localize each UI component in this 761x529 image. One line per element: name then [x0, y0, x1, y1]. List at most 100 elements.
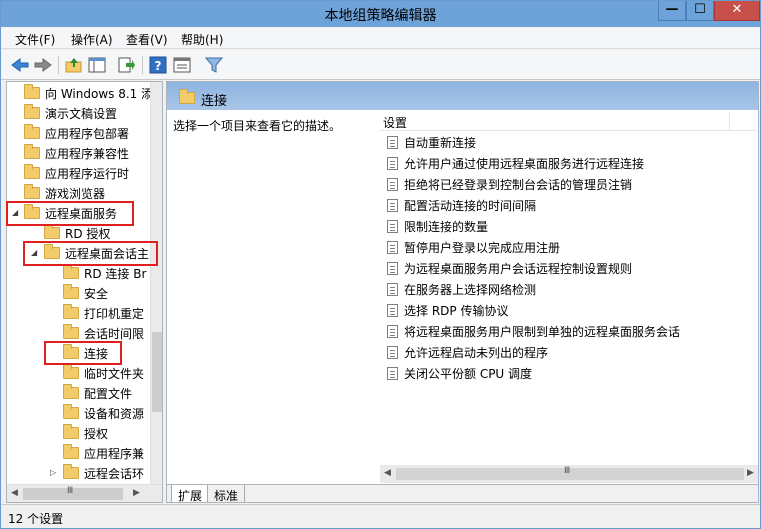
policy-setting-icon: [387, 261, 398, 275]
tree-item-label: 演示文稿设置: [45, 106, 118, 121]
filter-icon[interactable]: [203, 55, 225, 75]
policy-setting-icon: [387, 324, 398, 338]
status-bar: 12 个设置: [1, 504, 760, 528]
tree-item[interactable]: RD 授权: [44, 223, 110, 243]
expand-arrow-icon[interactable]: ▷: [50, 468, 56, 477]
tree-item[interactable]: 设备和资源: [63, 403, 144, 423]
menu-view[interactable]: 查看(V): [126, 31, 168, 48]
menu-file[interactable]: 文件(F): [15, 31, 55, 48]
scroll-left-icon[interactable]: ◀: [11, 488, 18, 498]
setting-label: 选择 RDP 传输协议: [404, 303, 509, 318]
window-title: 本地组策略编辑器: [324, 8, 437, 24]
setting-item[interactable]: 拒绝将已经登录到控制台会话的管理员注销: [387, 174, 632, 194]
settings-list-header[interactable]: 设置: [379, 112, 757, 131]
tree-item-label: 应用程序运行时: [45, 166, 130, 181]
folder-icon: [24, 104, 40, 119]
column-divider[interactable]: [729, 112, 730, 131]
setting-label: 限制连接的数量: [404, 219, 489, 234]
tree-item[interactable]: 应用程序运行时: [24, 163, 129, 183]
export-list-icon[interactable]: [115, 55, 137, 75]
tree-item[interactable]: 授权: [63, 423, 108, 443]
tree-item-label: 会话时间限: [84, 326, 145, 341]
tree-item-label: 应用程序兼: [84, 446, 145, 461]
tree-item[interactable]: 远程会话环: [63, 463, 144, 483]
tree-item[interactable]: 游戏浏览器: [24, 183, 105, 203]
policy-setting-icon: [387, 345, 398, 359]
forward-arrow-icon[interactable]: [32, 55, 54, 75]
column-header-setting[interactable]: 设置: [383, 114, 407, 131]
folder-icon: [24, 144, 40, 159]
tab-standard[interactable]: 标准: [207, 485, 246, 502]
setting-item[interactable]: 允许远程启动未列出的程序: [387, 342, 548, 362]
status-text: 12 个设置: [8, 512, 64, 526]
svg-text:?: ?: [155, 59, 162, 73]
tree-pane[interactable]: 向 Windows 8.1 添 演示文稿设置 应用程序包部署 应用程序兼容性 应…: [6, 81, 163, 503]
properties-icon[interactable]: [171, 55, 193, 75]
tree-item-label: 应用程序兼容性: [45, 146, 130, 161]
tree-item-label: 远程会话环: [84, 466, 145, 481]
toolbar-separator: [142, 56, 143, 74]
tree-horizontal-scroll-thumb[interactable]: Ⅲ: [23, 486, 123, 500]
tree-horizontal-scrollbar[interactable]: ◀ Ⅲ ▶: [7, 484, 162, 502]
tree-item-label: RD 连接 Br: [84, 266, 147, 281]
show-hide-tree-icon[interactable]: [86, 55, 108, 75]
setting-label: 允许用户通过使用远程桌面服务进行远程连接: [404, 156, 645, 171]
tree-vertical-scrollbar[interactable]: [150, 82, 162, 484]
setting-item[interactable]: 允许用户通过使用远程桌面服务进行远程连接: [387, 153, 644, 173]
details-header: 连接: [167, 82, 758, 110]
help-icon[interactable]: ?: [147, 55, 169, 75]
setting-item[interactable]: 暂停用户登录以完成应用注册: [387, 237, 560, 257]
setting-item[interactable]: 限制连接的数量: [387, 216, 488, 236]
setting-label: 为远程桌面服务用户会话远程控制设置规则: [404, 261, 633, 276]
tree-item-label: 打印机重定: [84, 306, 145, 321]
setting-item[interactable]: 将远程桌面服务用户限制到单独的远程桌面服务会话: [387, 321, 680, 341]
back-arrow-icon[interactable]: [9, 55, 31, 75]
settings-horizontal-scrollbar[interactable]: ◀ Ⅲ ▶: [380, 465, 758, 483]
scroll-right-icon[interactable]: ▶: [747, 468, 754, 478]
tree-item[interactable]: 配置文件: [63, 383, 132, 403]
setting-item[interactable]: 自动重新连接: [387, 132, 476, 152]
folder-icon: [24, 164, 40, 179]
tree-item[interactable]: 会话时间限: [63, 323, 144, 343]
folder-icon: [63, 444, 79, 459]
minimize-button[interactable]: —: [658, 1, 686, 21]
tree-item[interactable]: RD 连接 Br: [63, 263, 146, 283]
tree-vertical-scroll-thumb[interactable]: [152, 332, 162, 412]
scroll-left-icon[interactable]: ◀: [384, 468, 391, 478]
setting-item[interactable]: 选择 RDP 传输协议: [387, 300, 508, 320]
scroll-grip-icon: Ⅲ: [67, 486, 74, 496]
setting-item[interactable]: 关闭公平份额 CPU 调度: [387, 363, 532, 383]
tree-item[interactable]: 应用程序兼: [63, 443, 144, 463]
menu-action[interactable]: 操作(A): [71, 31, 113, 48]
policy-setting-icon: [387, 219, 398, 233]
menu-help[interactable]: 帮助(H): [181, 31, 223, 48]
tree-item[interactable]: 应用程序包部署: [24, 123, 129, 143]
setting-item[interactable]: 配置活动连接的时间间隔: [387, 195, 536, 215]
scroll-right-icon[interactable]: ▶: [133, 488, 140, 498]
tree-item[interactable]: 应用程序兼容性: [24, 143, 129, 163]
tree-item-label: 设备和资源: [84, 406, 145, 421]
tree-item-label: 配置文件: [84, 386, 133, 401]
maximize-button[interactable]: ☐: [686, 1, 714, 21]
highlight-box-rd-session-host: [23, 241, 158, 266]
up-folder-icon[interactable]: [63, 55, 85, 75]
tree-item[interactable]: 临时文件夹: [63, 363, 144, 383]
tab-extended[interactable]: 扩展: [171, 485, 210, 502]
toolbar: ?: [1, 50, 760, 80]
tree-item[interactable]: 打印机重定: [63, 303, 144, 323]
policy-setting-icon: [387, 156, 398, 170]
folder-icon: [63, 384, 79, 399]
folder-icon: [63, 284, 79, 299]
setting-label: 配置活动连接的时间间隔: [404, 198, 537, 213]
close-icon: ✕: [731, 2, 743, 17]
title-bar[interactable]: 本地组策略编辑器 — ☐ ✕: [1, 1, 760, 27]
tree-item[interactable]: 演示文稿设置: [24, 103, 117, 123]
app-window: 本地组策略编辑器 — ☐ ✕ 文件(F) 操作(A) 查看(V) 帮助(H) ?: [0, 0, 761, 529]
tree-item[interactable]: 安全: [63, 283, 108, 303]
close-button[interactable]: ✕: [714, 1, 760, 21]
setting-item[interactable]: 在服务器上选择网络检测: [387, 279, 536, 299]
settings-horizontal-scroll-thumb[interactable]: Ⅲ: [396, 466, 744, 480]
folder-icon: [63, 364, 79, 379]
setting-item[interactable]: 为远程桌面服务用户会话远程控制设置规则: [387, 258, 632, 278]
tree-item[interactable]: 向 Windows 8.1 添: [24, 83, 153, 103]
